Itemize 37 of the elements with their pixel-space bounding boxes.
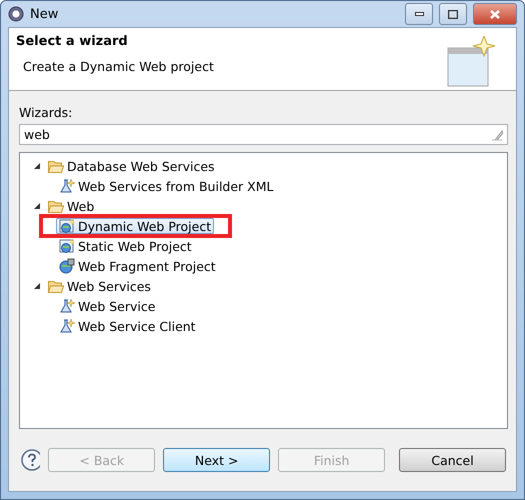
tree-folder[interactable]: Web Services: [45, 278, 154, 294]
flask-icon: [59, 178, 75, 194]
wizard-description: Create a Dynamic Web project: [22, 59, 215, 74]
tree-item[interactable]: Dynamic Web Project: [56, 218, 214, 234]
flask-icon: [59, 298, 75, 314]
tree-item[interactable]: Static Web Project: [56, 238, 195, 254]
folder-icon: [48, 280, 64, 292]
close-icon: [490, 10, 500, 18]
globe-project-icon: [59, 238, 75, 254]
maximize-icon: [448, 10, 458, 18]
tree-item[interactable]: Web Service: [56, 298, 158, 314]
tree-item[interactable]: Web Fragment Project: [56, 258, 219, 274]
globe-puzzle-icon: [59, 258, 75, 274]
window-sparkle-icon: [446, 36, 496, 88]
expand-arrow-icon[interactable]: [34, 202, 41, 210]
folder-icon: [48, 160, 64, 172]
folder-icon: [48, 200, 64, 212]
minimize-button[interactable]: [405, 3, 433, 25]
tree-item[interactable]: Web Service Client: [56, 318, 199, 334]
tree-folder[interactable]: Database Web Services: [45, 158, 218, 174]
dialog-button[interactable]: Next >: [163, 448, 270, 472]
help-icon[interactable]: [21, 449, 40, 471]
wizard-title: Select a wizard: [16, 34, 129, 49]
tree-item[interactable]: Web Services from Builder XML: [56, 178, 276, 194]
wizards-label: Wizards:: [19, 105, 74, 120]
dialog-button[interactable]: Cancel: [399, 448, 506, 472]
expand-arrow-icon[interactable]: [34, 162, 41, 170]
filter-field[interactable]: web: [19, 124, 508, 145]
flask-icon: [59, 318, 75, 334]
eraser-icon[interactable]: [491, 128, 503, 140]
expand-arrow-icon[interactable]: [34, 282, 41, 290]
globe-project-icon: [59, 218, 75, 234]
tree-folder[interactable]: Web: [45, 198, 98, 214]
minimize-icon: [414, 12, 424, 16]
close-button[interactable]: [473, 3, 517, 25]
window-title: New: [30, 6, 60, 22]
maximize-button[interactable]: [439, 3, 467, 25]
